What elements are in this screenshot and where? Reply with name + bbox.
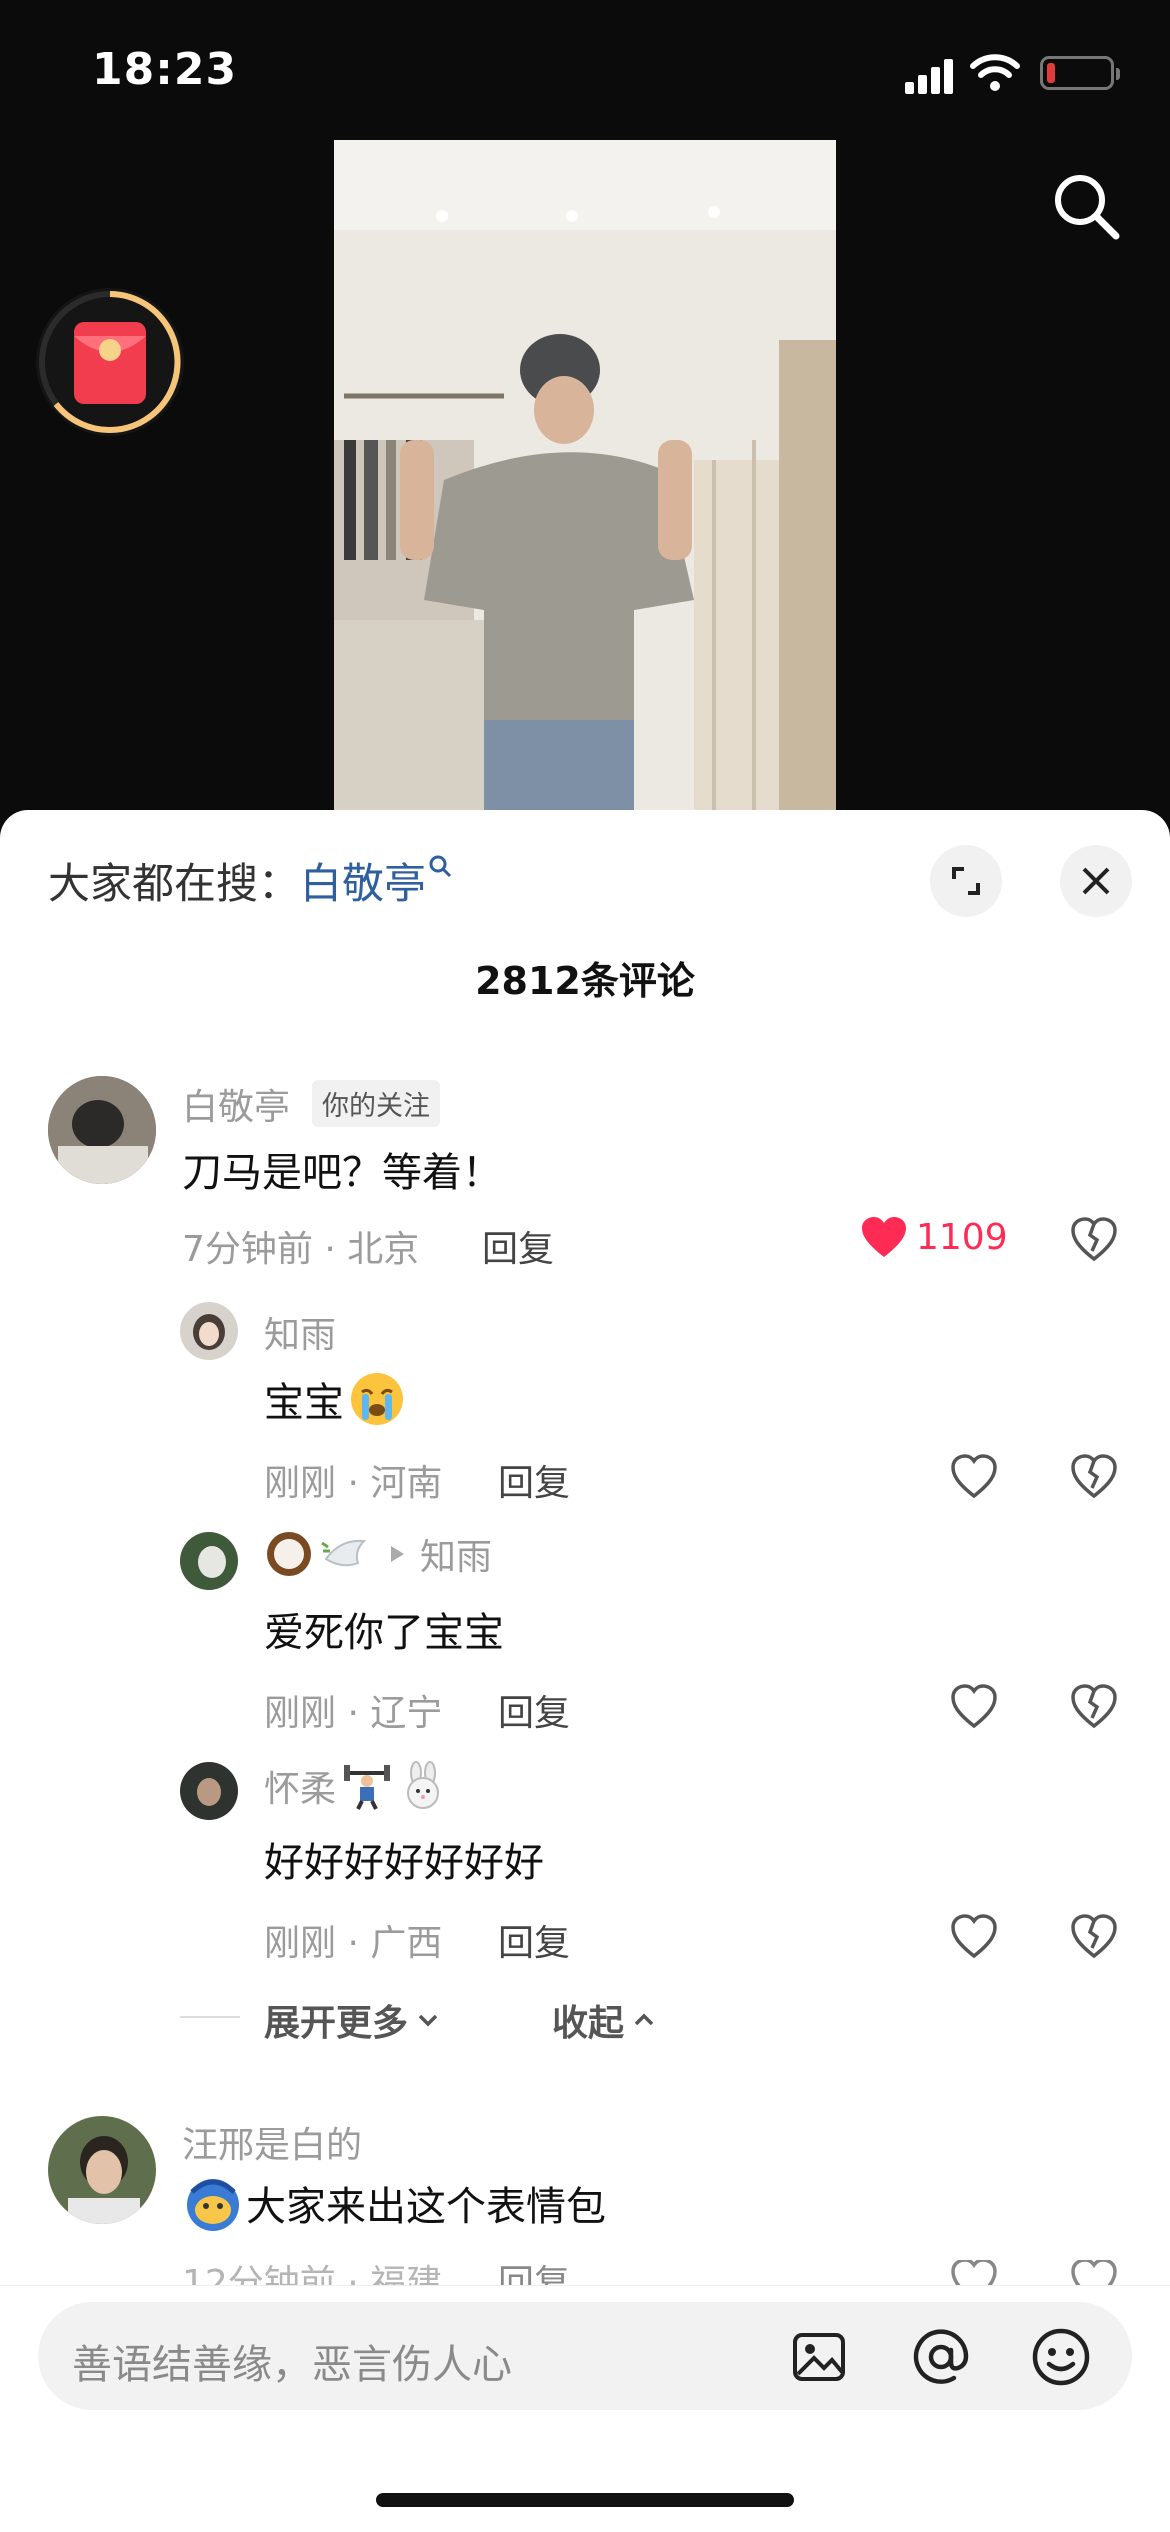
dislike-icon[interactable] [1070,1912,1118,1960]
avatar[interactable] [180,1532,238,1590]
close-button[interactable] [1060,845,1132,917]
weightlifter-emoji-icon [344,1765,391,1810]
comment-meta: 7分钟前 · 北京 [182,1229,420,1270]
comment-text: 刀马是吧？等着！ [182,1150,502,1196]
home-indicator [376,2493,794,2507]
collapse-button[interactable]: 收起 [552,1994,658,2046]
avatar-image [180,1532,238,1590]
red-packet-widget[interactable] [36,288,184,436]
avatar-image [180,1762,238,1820]
collapse-label: 收起 [552,2003,625,2044]
reply-text-content: 宝宝 [264,1380,344,1426]
following-tag: 你的关注 [312,1080,440,1127]
comment-input-placeholder: 善语结善缘，恶言伤人心 [72,2342,512,2388]
heart-icon[interactable] [950,1912,998,1960]
reply-button[interactable]: 回复 [498,1684,570,1736]
heart-icon [862,1217,906,1257]
search-icon[interactable] [1050,170,1122,242]
video-frame [334,140,836,810]
reply-text: 好好好好好好好 [264,1840,544,1886]
avatar-image [180,1302,238,1360]
search-suggestion-prefix: 大家都在搜： [48,859,301,908]
search-icon [429,855,452,878]
crying-emoji-icon [351,1373,403,1425]
comment-count: 2812条评论 [475,959,695,1003]
reply-meta: 刚刚 · 河南 [264,1463,443,1504]
red-packet-icon [39,291,181,433]
comment-username[interactable]: 汪邢是白的 [182,2116,362,2168]
expand-more-button[interactable]: 展开更多 [264,1994,442,2046]
comment-sheet: 大家都在搜：白敬亭 2812条评论 白敬亭 你的关注 刀马是吧？等着！ 7分钟前… [0,810,1170,2532]
chevron-up-icon [634,2013,654,2026]
coconut-emoji-icon [267,1532,311,1576]
avatar-image [48,1076,156,1184]
expand-icon [952,867,980,895]
reply-username[interactable]: 知雨 [264,1306,336,1358]
dislike-icon[interactable] [1070,1215,1118,1263]
reply-text: 宝宝 [264,1370,406,1428]
like-button[interactable]: 1109 [860,1215,1008,1259]
reply-meta: 刚刚 · 广西 [264,1923,443,1964]
reply-arrow-icon [391,1546,404,1562]
comment-input[interactable]: 善语结善缘，恶言伤人心 [38,2302,1132,2410]
cellular-signal-icon [905,58,953,94]
expand-button[interactable] [930,845,1002,917]
video-player[interactable] [334,140,836,810]
thread-divider [180,2016,240,2018]
reply-meta: 刚刚 · 辽宁 [264,1693,443,1734]
dislike-icon[interactable] [1070,1452,1118,1500]
avatar[interactable] [180,1762,238,1820]
sticker-emoji-icon [187,2179,239,2231]
like-count: 1109 [916,1216,1008,1258]
reply-to-username[interactable]: 知雨 [420,1528,492,1580]
emoji-icon[interactable] [1030,2326,1092,2388]
rabbit-emoji-icon [407,1761,440,1809]
comment-text-content: 大家来出这个表情包 [246,2184,606,2230]
image-icon[interactable] [790,2328,848,2386]
heart-icon[interactable] [950,1452,998,1500]
search-suggestion-label: 大家都在搜：白敬亭 [48,850,454,911]
comment-username[interactable]: 白敬亭 [182,1078,290,1130]
dislike-icon[interactable] [1070,1682,1118,1730]
screen: 18:23 大家都在搜：白敬亭 2812条评论 白敬亭 你的关注 刀马是吧？等着… [0,0,1170,2532]
search-suggestion-term[interactable]: 白敬亭 [300,859,426,908]
wifi-icon [970,54,1020,91]
expand-more-label: 展开更多 [264,2003,409,2044]
reply-button[interactable]: 回复 [498,1914,570,1966]
heart-icon[interactable] [950,1682,998,1730]
status-time: 18:23 [92,44,238,95]
reply-text: 爱死你了宝宝 [264,1610,504,1656]
reply-button[interactable]: 回复 [482,1220,554,1272]
avatar[interactable] [48,1076,156,1184]
chevron-down-icon [418,2014,438,2027]
reply-button[interactable]: 回复 [498,1454,570,1506]
avatar-image [48,2116,156,2224]
reply-username-row: 知雨 [264,1528,492,1580]
battery-icon [1040,56,1120,90]
reply-username[interactable]: 怀柔 [264,1760,336,1812]
avatar[interactable] [180,1302,238,1360]
dove-emoji-icon [321,1539,367,1567]
reply-username-row: 怀柔 [264,1760,448,1812]
avatar[interactable] [48,2116,156,2224]
close-icon [1082,867,1110,895]
at-icon[interactable] [910,2326,972,2388]
comment-text: 大家来出这个表情包 [182,2172,606,2234]
